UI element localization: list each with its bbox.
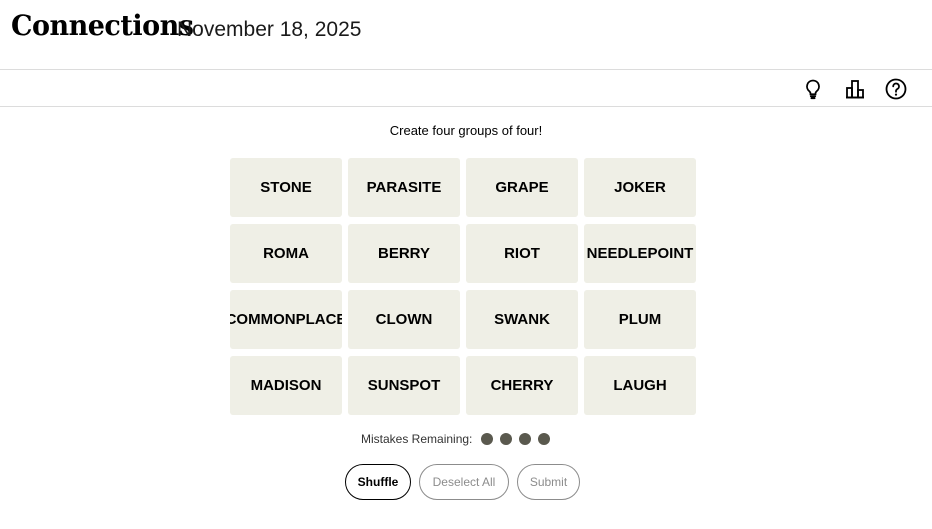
mistake-dots <box>481 433 557 445</box>
instructions: Create four groups of four! <box>389 123 543 138</box>
mistake-dot <box>500 433 513 445</box>
word-tile[interactable]: GRAPE <box>466 158 578 217</box>
submit-button[interactable]: Submit <box>517 464 580 500</box>
action-buttons: Shuffle Deselect All Submit <box>345 464 588 500</box>
word-grid: STONE PARASITE GRAPE JOKER ROMA BERRY RI… <box>230 158 699 415</box>
word-tile[interactable]: JOKER <box>584 158 696 217</box>
word-tile[interactable]: SUNSPOT <box>348 356 460 415</box>
word-tile[interactable]: PLUM <box>584 290 696 349</box>
word-tile[interactable]: LAUGH <box>584 356 696 415</box>
help-button[interactable] <box>884 77 908 101</box>
word-tile[interactable]: RIOT <box>466 224 578 283</box>
word-tile[interactable]: PARASITE <box>348 158 460 217</box>
deselect-all-button[interactable]: Deselect All <box>419 464 509 500</box>
word-tile[interactable]: ROMA <box>230 224 342 283</box>
help-icon <box>884 77 908 101</box>
stats-button[interactable] <box>843 77 867 101</box>
word-tile[interactable]: CHERRY <box>466 356 578 415</box>
puzzle-date: November 18, 2025 <box>177 18 362 41</box>
shuffle-button[interactable]: Shuffle <box>345 464 411 500</box>
mistake-dot <box>538 433 551 445</box>
mistakes-remaining: Mistakes Remaining: <box>361 432 557 446</box>
header: Connections November 18, 2025 <box>0 0 932 70</box>
stats-icon <box>843 77 867 101</box>
mistake-dot <box>481 433 494 445</box>
word-tile[interactable]: MADISON <box>230 356 342 415</box>
mistake-dot <box>519 433 532 445</box>
lightbulb-icon <box>801 77 825 101</box>
mistakes-label: Mistakes Remaining: <box>361 432 473 446</box>
hint-button[interactable] <box>801 77 825 101</box>
word-tile[interactable]: COMMONPLACE <box>230 290 342 349</box>
word-tile[interactable]: CLOWN <box>348 290 460 349</box>
word-tile[interactable]: NEEDLEPOINT <box>584 224 696 283</box>
word-tile[interactable]: BERRY <box>348 224 460 283</box>
toolbar <box>0 70 932 107</box>
word-tile[interactable]: STONE <box>230 158 342 217</box>
word-tile[interactable]: SWANK <box>466 290 578 349</box>
app-title: Connections <box>11 10 194 43</box>
